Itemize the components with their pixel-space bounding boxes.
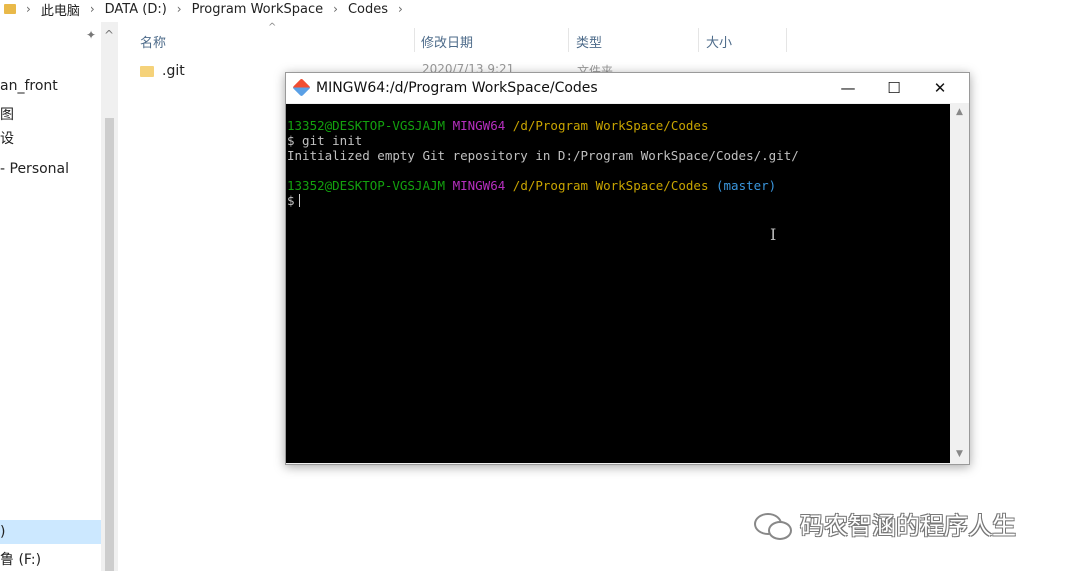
list-item[interactable]: .git	[140, 63, 185, 79]
folder-icon	[4, 4, 16, 14]
input-line[interactable]: $	[287, 193, 950, 208]
column-headers: ^ 名称 修改日期 类型 大小	[118, 22, 1080, 52]
chevron-up-icon[interactable]: ^	[104, 28, 114, 42]
nav-item-personal[interactable]: - Personal	[0, 161, 69, 177]
chevron-right-icon: ›	[26, 2, 31, 16]
watermark-text: 码农智涵的程序人生	[800, 512, 1016, 540]
ibeam-cursor-icon: I	[770, 225, 777, 244]
folder-icon	[140, 65, 154, 77]
chevron-right-icon: ›	[398, 2, 403, 16]
pin-icon[interactable]: ✦	[86, 28, 96, 42]
wechat-icon	[752, 509, 794, 540]
sort-caret-icon: ^	[268, 22, 277, 33]
prompt-shell: MINGW64	[452, 118, 506, 133]
prompt-shell: MINGW64	[452, 178, 506, 193]
prompt-path: /d/Program WorkSpace/Codes	[512, 118, 709, 133]
nav-item-settings[interactable]: 设	[0, 128, 14, 148]
breadcrumb-program-workspace[interactable]: Program WorkSpace	[192, 2, 324, 17]
navigation-pane: ✦ an_front 图 设 - Personal ) 鲁 (F:)	[0, 22, 101, 571]
nav-selected-highlight	[0, 520, 101, 544]
nav-item-drive-selected[interactable]: )	[0, 524, 5, 540]
column-size[interactable]: 大小	[706, 32, 732, 51]
prompt-line: 13352@DESKTOP-VGSJAJM MINGW64 /d/Program…	[287, 178, 950, 193]
file-name: .git	[162, 63, 185, 79]
git-icon	[292, 78, 311, 97]
terminal-title: MINGW64:/d/Program WorkSpace/Codes	[316, 80, 598, 96]
prompt-user: 13352@DESKTOP-VGSJAJM	[287, 178, 446, 193]
column-divider[interactable]	[698, 28, 699, 52]
column-divider[interactable]	[568, 28, 569, 52]
nav-item-pictures[interactable]: 图	[0, 104, 14, 124]
output-line: Initialized empty Git repository in D:/P…	[287, 148, 799, 163]
nav-scrollbar[interactable]	[101, 22, 118, 571]
prompt-branch: (master)	[716, 178, 777, 193]
scroll-up-icon[interactable]: ▲	[950, 104, 969, 121]
chevron-right-icon: ›	[176, 2, 182, 16]
column-divider[interactable]	[414, 28, 415, 52]
close-button[interactable]: ✕	[917, 73, 963, 103]
column-name[interactable]: 名称	[140, 32, 166, 51]
breadcrumb-data-drive[interactable]: DATA (D:)	[105, 2, 167, 17]
chevron-right-icon: ›	[333, 2, 338, 16]
terminal-console[interactable]: 13352@DESKTOP-VGSJAJM MINGW64 /d/Program…	[286, 104, 950, 463]
nav-item-an-front[interactable]: an_front	[0, 78, 58, 94]
breadcrumb-this-pc[interactable]: 此电脑	[41, 0, 80, 19]
watermark: 码农智涵的程序人生	[752, 506, 1016, 541]
prompt-line: 13352@DESKTOP-VGSJAJM MINGW64 /d/Program…	[287, 118, 950, 133]
terminal-scrollbar[interactable]: ▲ ▼	[950, 104, 969, 463]
nav-scrollbar-thumb[interactable]	[105, 118, 114, 571]
terminal-titlebar[interactable]: MINGW64:/d/Program WorkSpace/Codes — ☐ ✕	[286, 73, 969, 103]
nav-item-drive-f[interactable]: 鲁 (F:)	[0, 549, 41, 569]
column-modified[interactable]: 修改日期	[421, 32, 473, 51]
prompt-user: 13352@DESKTOP-VGSJAJM	[287, 118, 446, 133]
column-divider[interactable]	[786, 28, 787, 52]
command-line: $ git init	[287, 133, 363, 148]
text-cursor	[298, 194, 300, 207]
prompt-path: /d/Program WorkSpace/Codes	[512, 178, 709, 193]
maximize-button[interactable]: ☐	[871, 73, 917, 103]
input-prompt: $	[287, 193, 295, 208]
scroll-down-icon[interactable]: ▼	[950, 446, 969, 463]
chevron-right-icon: ›	[89, 2, 95, 16]
minimize-button[interactable]: —	[825, 73, 871, 103]
column-type[interactable]: 类型	[576, 32, 602, 51]
breadcrumb-codes[interactable]: Codes	[348, 2, 388, 17]
terminal-window[interactable]: MINGW64:/d/Program WorkSpace/Codes — ☐ ✕…	[285, 72, 970, 465]
breadcrumb: › 此电脑 › DATA (D:) › Program WorkSpace › …	[0, 0, 1080, 19]
